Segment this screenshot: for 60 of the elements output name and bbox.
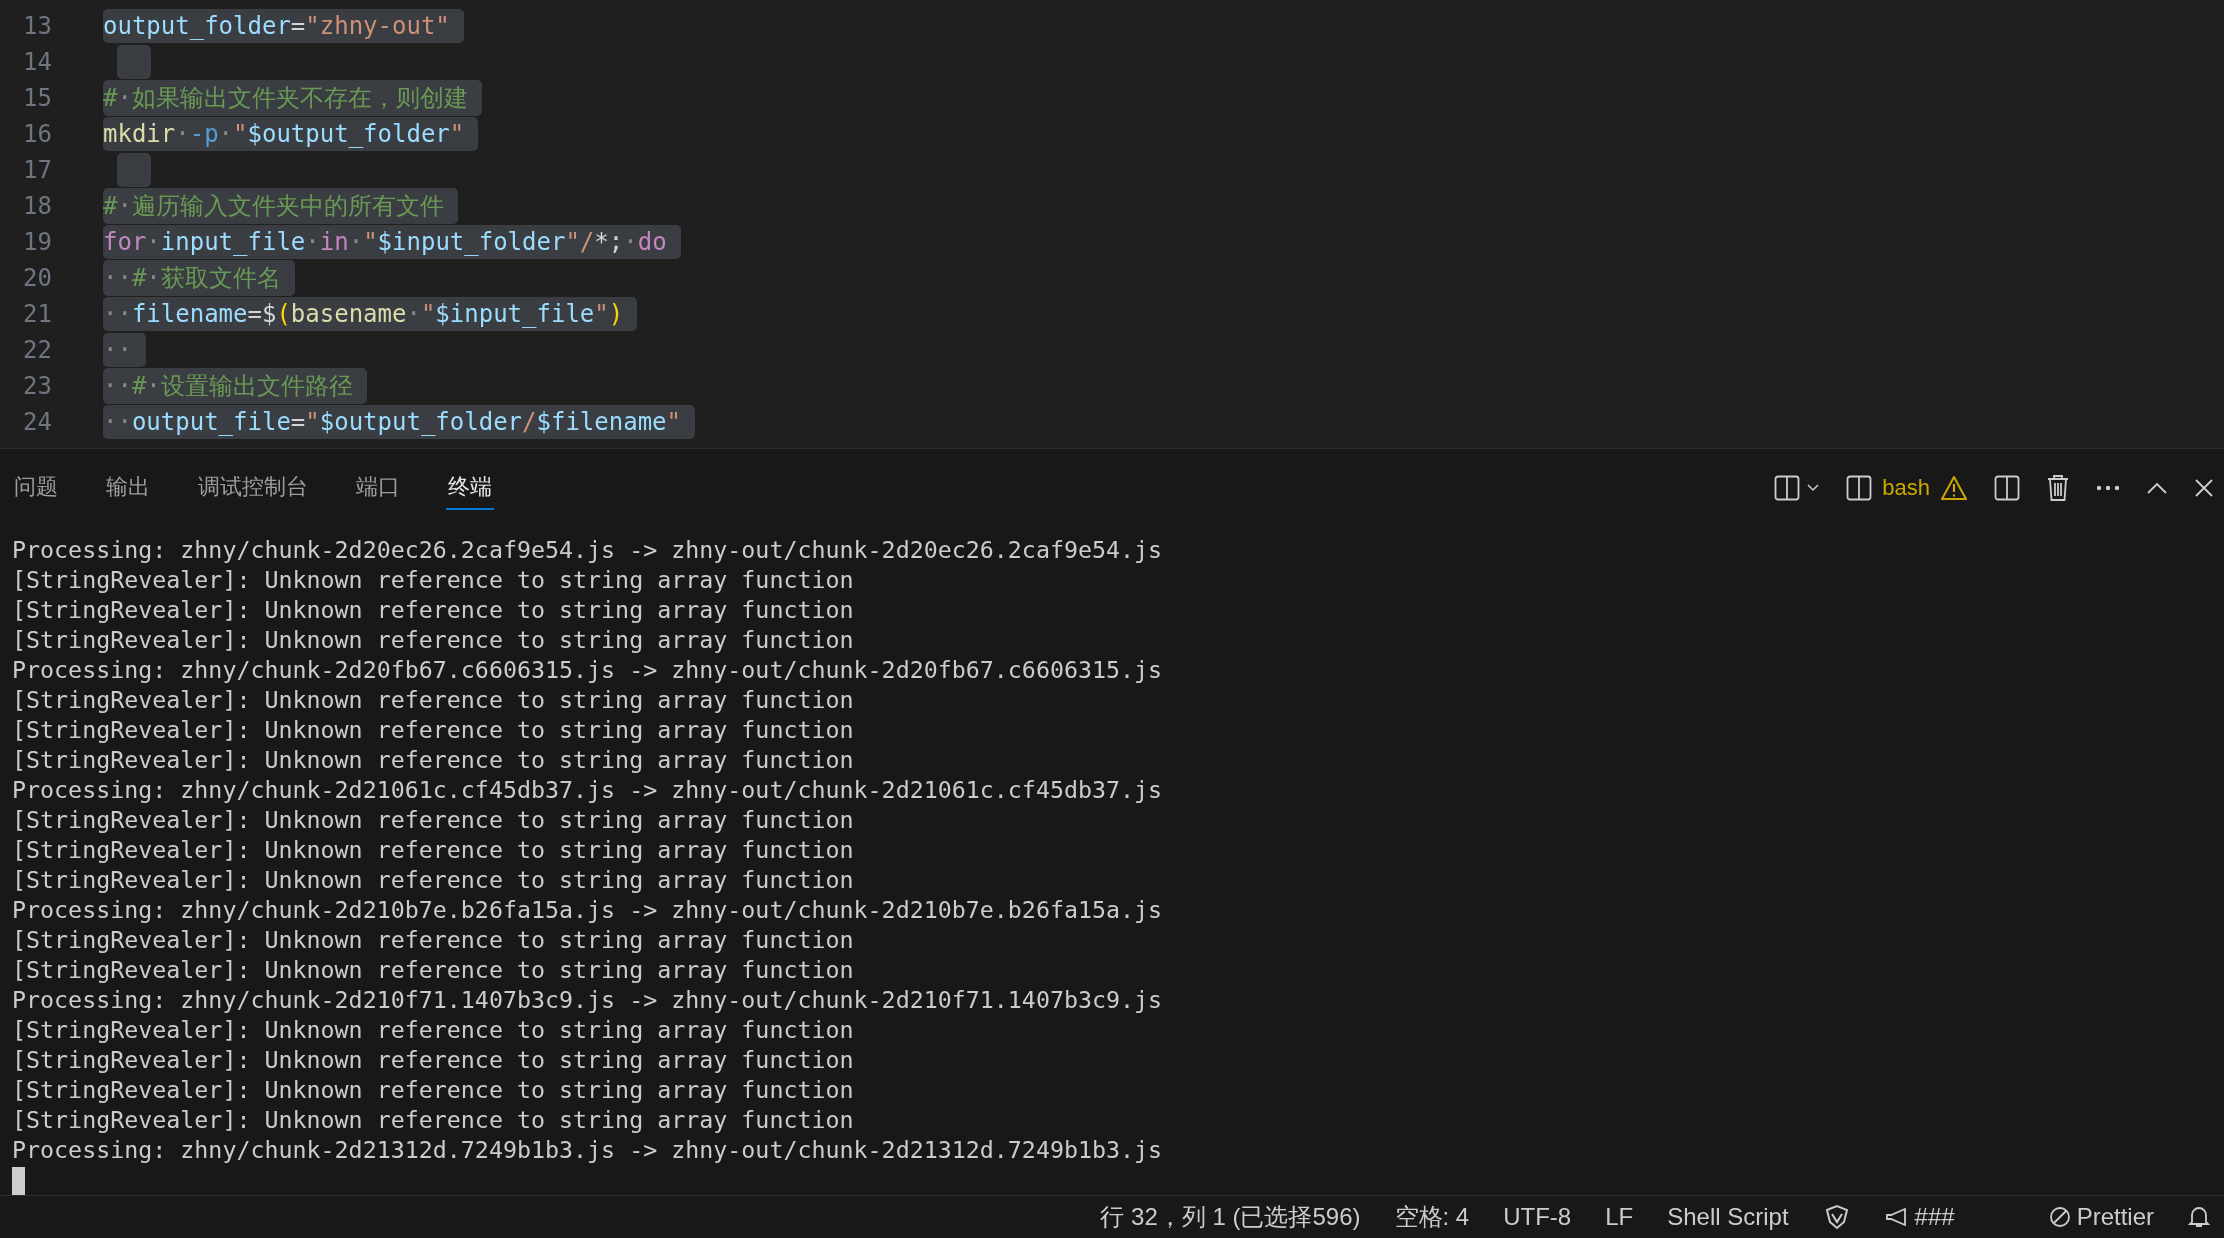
terminal-line: Processing: zhny/chunk-2d21061c.cf45db37.js -> zhny-out/chunk-2d21061c.cf45db37.js — [12, 775, 1163, 803]
terminal-line: [StringRevealer]: Unknown reference to string array function — [12, 715, 854, 743]
trash-icon[interactable] — [2046, 473, 2070, 502]
line-number: 20 — [22, 264, 52, 292]
terminal-line: Processing: zhny/chunk-2d210f71.1407b3c9.js -> zhny-out/chunk-2d210f71.1407b3c9.js — [12, 985, 1163, 1013]
megaphone-icon[interactable] — [1884, 1207, 1909, 1227]
terminal-line: [StringRevealer]: Unknown reference to string array function — [12, 565, 854, 593]
terminal-line: Processing: zhny/chunk-2d210b7e.b26fa15a.js -> zhny-out/chunk-2d210b7e.b26fa15a.js — [12, 895, 1163, 923]
terminal-line: [StringRevealer]: Unknown reference to string array function — [12, 805, 854, 833]
line-number: 13 — [22, 12, 52, 40]
encoding-setting[interactable]: UTF-8 — [1503, 1203, 1572, 1231]
panel-tab[interactable]: 调试控制台 — [196, 465, 310, 510]
panel-tab[interactable]: 输出 — [104, 465, 152, 510]
terminal-line: [StringRevealer]: Unknown reference to string array function — [12, 1045, 854, 1073]
line-number: 15 — [22, 84, 52, 112]
terminal-line: [StringRevealer]: Unknown reference to string array function — [12, 955, 854, 983]
panel-tab[interactable]: 端口 — [354, 465, 402, 510]
terminal-line: [StringRevealer]: Unknown reference to string array function — [12, 1075, 854, 1103]
more-icon[interactable] — [2096, 484, 2120, 491]
terminal-line: Processing: zhny/chunk-2d20ec26.2caf9e54.js -> zhny-out/chunk-2d20ec26.2caf9e54.js — [12, 535, 1163, 563]
terminal-line: [StringRevealer]: Unknown reference to string array function — [12, 1015, 854, 1043]
language-mode[interactable]: Shell Script — [1667, 1203, 1789, 1231]
line-number: 24 — [22, 408, 52, 436]
line-number: 14 — [22, 48, 52, 76]
split-icon[interactable] — [1994, 474, 2020, 501]
warning-icon[interactable] — [1940, 474, 1968, 501]
terminal-line: Processing: zhny/chunk-2d21312d.7249b1b3.js -> zhny-out/chunk-2d21312d.7249b1b3.js — [12, 1135, 1163, 1163]
line-number: 18 — [22, 192, 52, 220]
line-number: 17 — [22, 156, 52, 184]
chevron-down-icon[interactable] — [1806, 482, 1821, 493]
terminal-line: Processing: zhny/chunk-2d20fb67.c6606315.js -> zhny-out/chunk-2d20fb67.c6606315.js — [12, 655, 1163, 683]
line-number: 22 — [22, 336, 52, 364]
line-number: 19 — [22, 228, 52, 256]
feedback-label[interactable]: ### — [1914, 1203, 1955, 1231]
bell-icon[interactable] — [2188, 1205, 2210, 1229]
panel-tab[interactable]: 问题 — [12, 465, 60, 510]
terminal-line: [StringRevealer]: Unknown reference to string array function — [12, 865, 854, 893]
terminal-name[interactable]: bash — [1882, 474, 1930, 501]
close-icon[interactable] — [2194, 477, 2214, 498]
terminal-cursor — [12, 1167, 25, 1195]
terminal-line: [StringRevealer]: Unknown reference to string array function — [12, 1105, 854, 1133]
selection-highlight — [117, 153, 151, 187]
terminal-line: [StringRevealer]: Unknown reference to string array function — [12, 835, 854, 863]
layout-icon[interactable] — [1774, 474, 1801, 501]
formatter-label[interactable]: Prettier — [2076, 1203, 2154, 1231]
cursor-position[interactable]: 行 32，列 1 (已选择596) — [1100, 1201, 1361, 1233]
selection-highlight — [117, 45, 151, 79]
chevron-up-icon[interactable] — [2146, 480, 2168, 495]
line-number: 16 — [22, 120, 52, 148]
terminal-line: [StringRevealer]: Unknown reference to string array function — [12, 685, 854, 713]
line-number: 23 — [22, 372, 52, 400]
terminal-line: [StringRevealer]: Unknown reference to string array function — [12, 595, 854, 623]
terminal-icon[interactable] — [1846, 474, 1873, 501]
panel-tab[interactable]: 终端 — [446, 465, 494, 510]
line-ending-setting[interactable]: LF — [1605, 1203, 1634, 1231]
line-number: 21 — [22, 300, 52, 328]
terminal-line: [StringRevealer]: Unknown reference to string array function — [12, 745, 854, 773]
terminal-line: [StringRevealer]: Unknown reference to string array function — [12, 925, 854, 953]
terminal-line: [StringRevealer]: Unknown reference to string array function — [12, 625, 854, 653]
indentation-setting[interactable]: 空格: 4 — [1394, 1201, 1470, 1233]
